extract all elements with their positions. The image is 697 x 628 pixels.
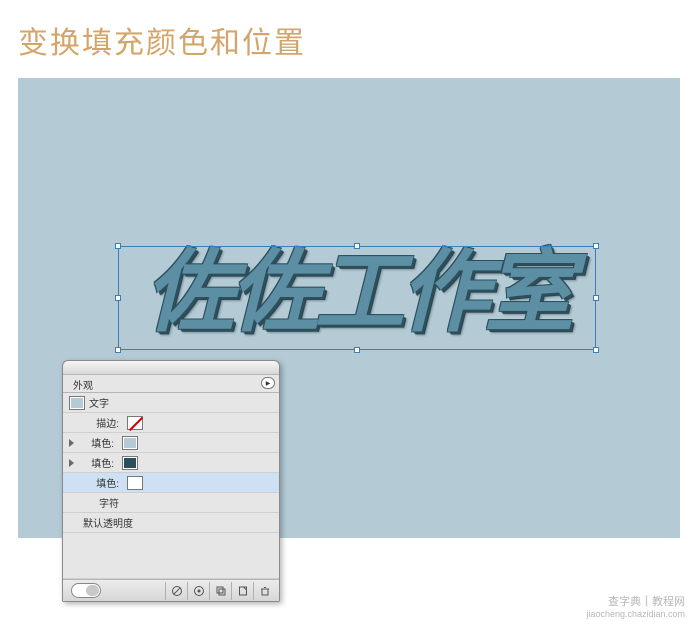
resize-handle-tr[interactable]	[593, 243, 599, 249]
panel-row-fill-2[interactable]: 填色:	[63, 453, 279, 473]
disclosure-triangle-icon[interactable]	[69, 439, 74, 447]
selection-bounding-box[interactable]	[118, 246, 596, 350]
fill-label-1: 填色:	[78, 435, 118, 450]
watermark-url: jiaocheng.chazidian.com	[586, 609, 685, 620]
duplicate-icon[interactable]	[209, 582, 231, 600]
panel-row-type[interactable]: 文字	[63, 393, 279, 413]
fill-label-2: 填色:	[78, 455, 118, 470]
panel-footer	[63, 579, 279, 601]
no-selection-icon[interactable]	[165, 582, 187, 600]
watermark-text-1: 查字典	[608, 596, 641, 608]
new-icon[interactable]	[231, 582, 253, 600]
appearance-panel: 外观 文字 描边: 填色: 填色: 填色: 字符 默认透明度	[62, 360, 280, 602]
resize-handle-bl[interactable]	[115, 347, 121, 353]
watermark: 查字典┃教程网 jiaocheng.chazidian.com	[586, 596, 685, 620]
fill-label-3: 填色:	[69, 475, 123, 490]
resize-handle-bm[interactable]	[354, 347, 360, 353]
type-label: 文字	[89, 395, 113, 410]
type-swatch[interactable]	[69, 396, 85, 410]
panel-menu-icon[interactable]	[261, 377, 275, 389]
fx-icon[interactable]	[187, 582, 209, 600]
panel-row-fill-1[interactable]: 填色:	[63, 433, 279, 453]
fill-swatch-1[interactable]	[122, 436, 138, 450]
resize-handle-tm[interactable]	[354, 243, 360, 249]
stroke-label: 描边:	[69, 415, 123, 430]
resize-handle-tl[interactable]	[115, 243, 121, 249]
footer-toggle[interactable]	[71, 583, 101, 598]
panel-tab-row: 外观	[63, 375, 279, 393]
panel-row-fill-3-selected[interactable]: 填色:	[63, 473, 279, 493]
panel-tab-appearance[interactable]: 外观	[69, 375, 101, 392]
stroke-swatch-none[interactable]	[127, 416, 143, 430]
resize-handle-ml[interactable]	[115, 295, 121, 301]
fill-swatch-2[interactable]	[122, 456, 138, 470]
trash-icon[interactable]	[253, 582, 275, 600]
opacity-label: 默认透明度	[69, 515, 137, 530]
resize-handle-br[interactable]	[593, 347, 599, 353]
panel-titlebar[interactable]	[63, 361, 279, 375]
characters-label: 字符	[69, 495, 123, 510]
panel-row-opacity[interactable]: 默认透明度	[63, 513, 279, 533]
fill-swatch-3[interactable]	[127, 476, 143, 490]
panel-row-characters[interactable]: 字符	[63, 493, 279, 513]
watermark-text-2: 教程网	[652, 596, 685, 608]
panel-empty-area	[63, 533, 279, 579]
panel-row-stroke[interactable]: 描边:	[63, 413, 279, 433]
page-title: 变换填充颜色和位置	[0, 0, 697, 62]
disclosure-triangle-icon[interactable]	[69, 459, 74, 467]
resize-handle-mr[interactable]	[593, 295, 599, 301]
